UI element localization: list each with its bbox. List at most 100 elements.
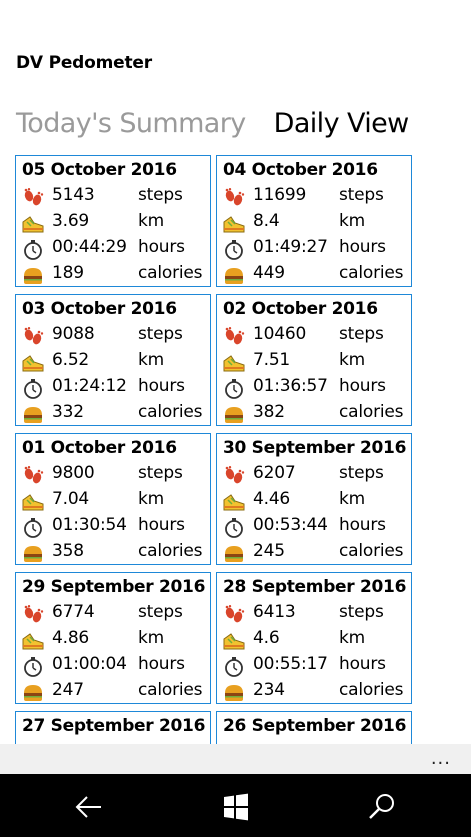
- stat-row-distance: 7.51 km: [223, 350, 411, 374]
- shoe-icon: [223, 494, 245, 511]
- tab-todays-summary[interactable]: Today's Summary: [16, 108, 246, 139]
- stat-unit-calories: calories: [138, 680, 203, 700]
- shoe-icon: [22, 355, 44, 372]
- stat-unit-distance: km: [138, 211, 165, 231]
- stat-row-distance: 8.4 km: [223, 211, 411, 235]
- pivot-header: Today's Summary Daily View: [16, 108, 437, 148]
- stat-row-time: 01:24:12 hours: [22, 376, 210, 400]
- stopwatch-icon: [24, 240, 42, 260]
- stat-row-steps: 11699 steps: [223, 185, 411, 209]
- stat-row-distance: 7.04 km: [22, 489, 210, 513]
- windows-start-icon[interactable]: [220, 791, 252, 823]
- stat-row-calories: 449 calories: [223, 263, 411, 287]
- stat-value-calories: 247: [52, 680, 84, 700]
- stat-row-time: 00:55:17 hours: [223, 654, 411, 678]
- stat-value-calories: 449: [253, 263, 285, 283]
- search-icon[interactable]: [366, 791, 398, 823]
- day-card[interactable]: 04 October 2016 11699 steps 8.4 km 01:49:27 ho…: [216, 155, 412, 287]
- stat-row-distance: 3.69 km: [22, 211, 210, 235]
- stat-value-calories: 234: [253, 680, 285, 700]
- stopwatch-icon: [24, 379, 42, 399]
- shoe-icon: [223, 216, 245, 233]
- footprints-icon: [225, 327, 245, 345]
- day-date: 26 September 2016: [223, 716, 407, 736]
- stat-row-steps: 6413 steps: [223, 602, 411, 626]
- day-card[interactable]: 05 October 2016 5143 steps 3.69 km 00:44:29 ho…: [15, 155, 211, 287]
- stat-value-distance: 4.46: [253, 489, 291, 509]
- stat-row-calories: 247 calories: [22, 680, 210, 704]
- stat-row-steps: 9800 steps: [22, 463, 210, 487]
- stat-value-time: 00:55:17: [253, 654, 328, 674]
- stat-value-time: 01:00:04: [52, 654, 127, 674]
- stat-value-time: 00:53:44: [253, 515, 328, 535]
- stopwatch-icon: [24, 518, 42, 538]
- stat-row-time: 01:00:04 hours: [22, 654, 210, 678]
- stat-unit-time: hours: [138, 654, 185, 674]
- shoe-icon: [22, 216, 44, 233]
- day-card[interactable]: 27 September 2016stepskmhourscalories: [15, 711, 211, 744]
- stat-unit-calories: calories: [138, 402, 203, 422]
- day-date: 29 September 2016: [22, 577, 206, 597]
- stat-value-steps: 6413: [253, 602, 296, 622]
- daily-grid[interactable]: 05 October 2016 5143 steps 3.69 km 00:44:29 ho…: [15, 155, 415, 744]
- stat-row-steps: 6207 steps: [223, 463, 411, 487]
- app-bar: ...: [0, 744, 471, 774]
- stat-unit-time: hours: [339, 237, 386, 257]
- stat-value-calories: 382: [253, 402, 285, 422]
- stat-unit-distance: km: [138, 489, 165, 509]
- back-icon[interactable]: [73, 791, 105, 823]
- day-card[interactable]: 01 October 2016 9800 steps 7.04 km 01:30:54 ho…: [15, 433, 211, 565]
- stat-value-steps: 5143: [52, 185, 95, 205]
- stat-value-steps: 9088: [52, 324, 95, 344]
- stat-row-time: 01:36:57 hours: [223, 376, 411, 400]
- stopwatch-icon: [24, 657, 42, 677]
- stat-unit-steps: steps: [138, 602, 183, 622]
- day-date: 04 October 2016: [223, 160, 378, 180]
- day-card[interactable]: 30 September 2016 6207 steps 4.46 km 00:53:44…: [216, 433, 412, 565]
- shoe-icon: [22, 494, 44, 511]
- burger-icon: [24, 407, 42, 423]
- day-date: 28 September 2016: [223, 577, 407, 597]
- stat-unit-distance: km: [339, 211, 366, 231]
- stat-unit-steps: steps: [138, 463, 183, 483]
- day-date: 27 September 2016: [22, 716, 206, 736]
- burger-icon: [225, 546, 243, 562]
- stat-value-distance: 7.51: [253, 350, 291, 370]
- shoe-icon: [223, 633, 245, 650]
- burger-icon: [24, 268, 42, 284]
- stat-row-calories: 234 calories: [223, 680, 411, 704]
- stopwatch-icon: [225, 518, 243, 538]
- burger-icon: [225, 685, 243, 701]
- stat-unit-calories: calories: [339, 402, 404, 422]
- stat-value-steps: 9800: [52, 463, 95, 483]
- more-options-button[interactable]: ...: [431, 748, 451, 769]
- stat-row-time: 01:30:54 hours: [22, 515, 210, 539]
- stat-row-steps: 9088 steps: [22, 324, 210, 348]
- stat-unit-steps: steps: [339, 463, 384, 483]
- stat-value-time: 00:44:29: [52, 237, 127, 257]
- tab-daily-view[interactable]: Daily View: [274, 108, 410, 139]
- day-card[interactable]: 03 October 2016 9088 steps 6.52 km 01:24:12 ho…: [15, 294, 211, 426]
- stat-value-distance: 3.69: [52, 211, 90, 231]
- system-nav-bar: [0, 774, 471, 837]
- footprints-icon: [24, 466, 44, 484]
- day-card[interactable]: 26 September 2016stepskmhourscalories: [216, 711, 412, 744]
- stat-unit-distance: km: [138, 628, 165, 648]
- app-title: DV Pedometer: [16, 53, 152, 73]
- stat-value-calories: 358: [52, 541, 84, 561]
- stat-value-calories: 332: [52, 402, 84, 422]
- stat-value-time: 01:36:57: [253, 376, 328, 396]
- day-card[interactable]: 28 September 2016 6413 steps 4.6 km 00:55:17 h…: [216, 572, 412, 704]
- stat-row-distance: 4.86 km: [22, 628, 210, 652]
- footprints-icon: [225, 605, 245, 623]
- day-card[interactable]: 29 September 2016 6774 steps 4.86 km 01:00:04…: [15, 572, 211, 704]
- stat-row-time: 01:49:27 hours: [223, 237, 411, 261]
- stat-value-calories: 189: [52, 263, 84, 283]
- day-card[interactable]: 02 October 2016 10460 steps 7.51 km 01:36:57 h…: [216, 294, 412, 426]
- stat-unit-distance: km: [339, 628, 366, 648]
- stat-row-calories: 189 calories: [22, 263, 210, 287]
- stat-unit-steps: steps: [138, 324, 183, 344]
- day-date: 05 October 2016: [22, 160, 177, 180]
- footprints-icon: [24, 327, 44, 345]
- stat-unit-calories: calories: [339, 680, 404, 700]
